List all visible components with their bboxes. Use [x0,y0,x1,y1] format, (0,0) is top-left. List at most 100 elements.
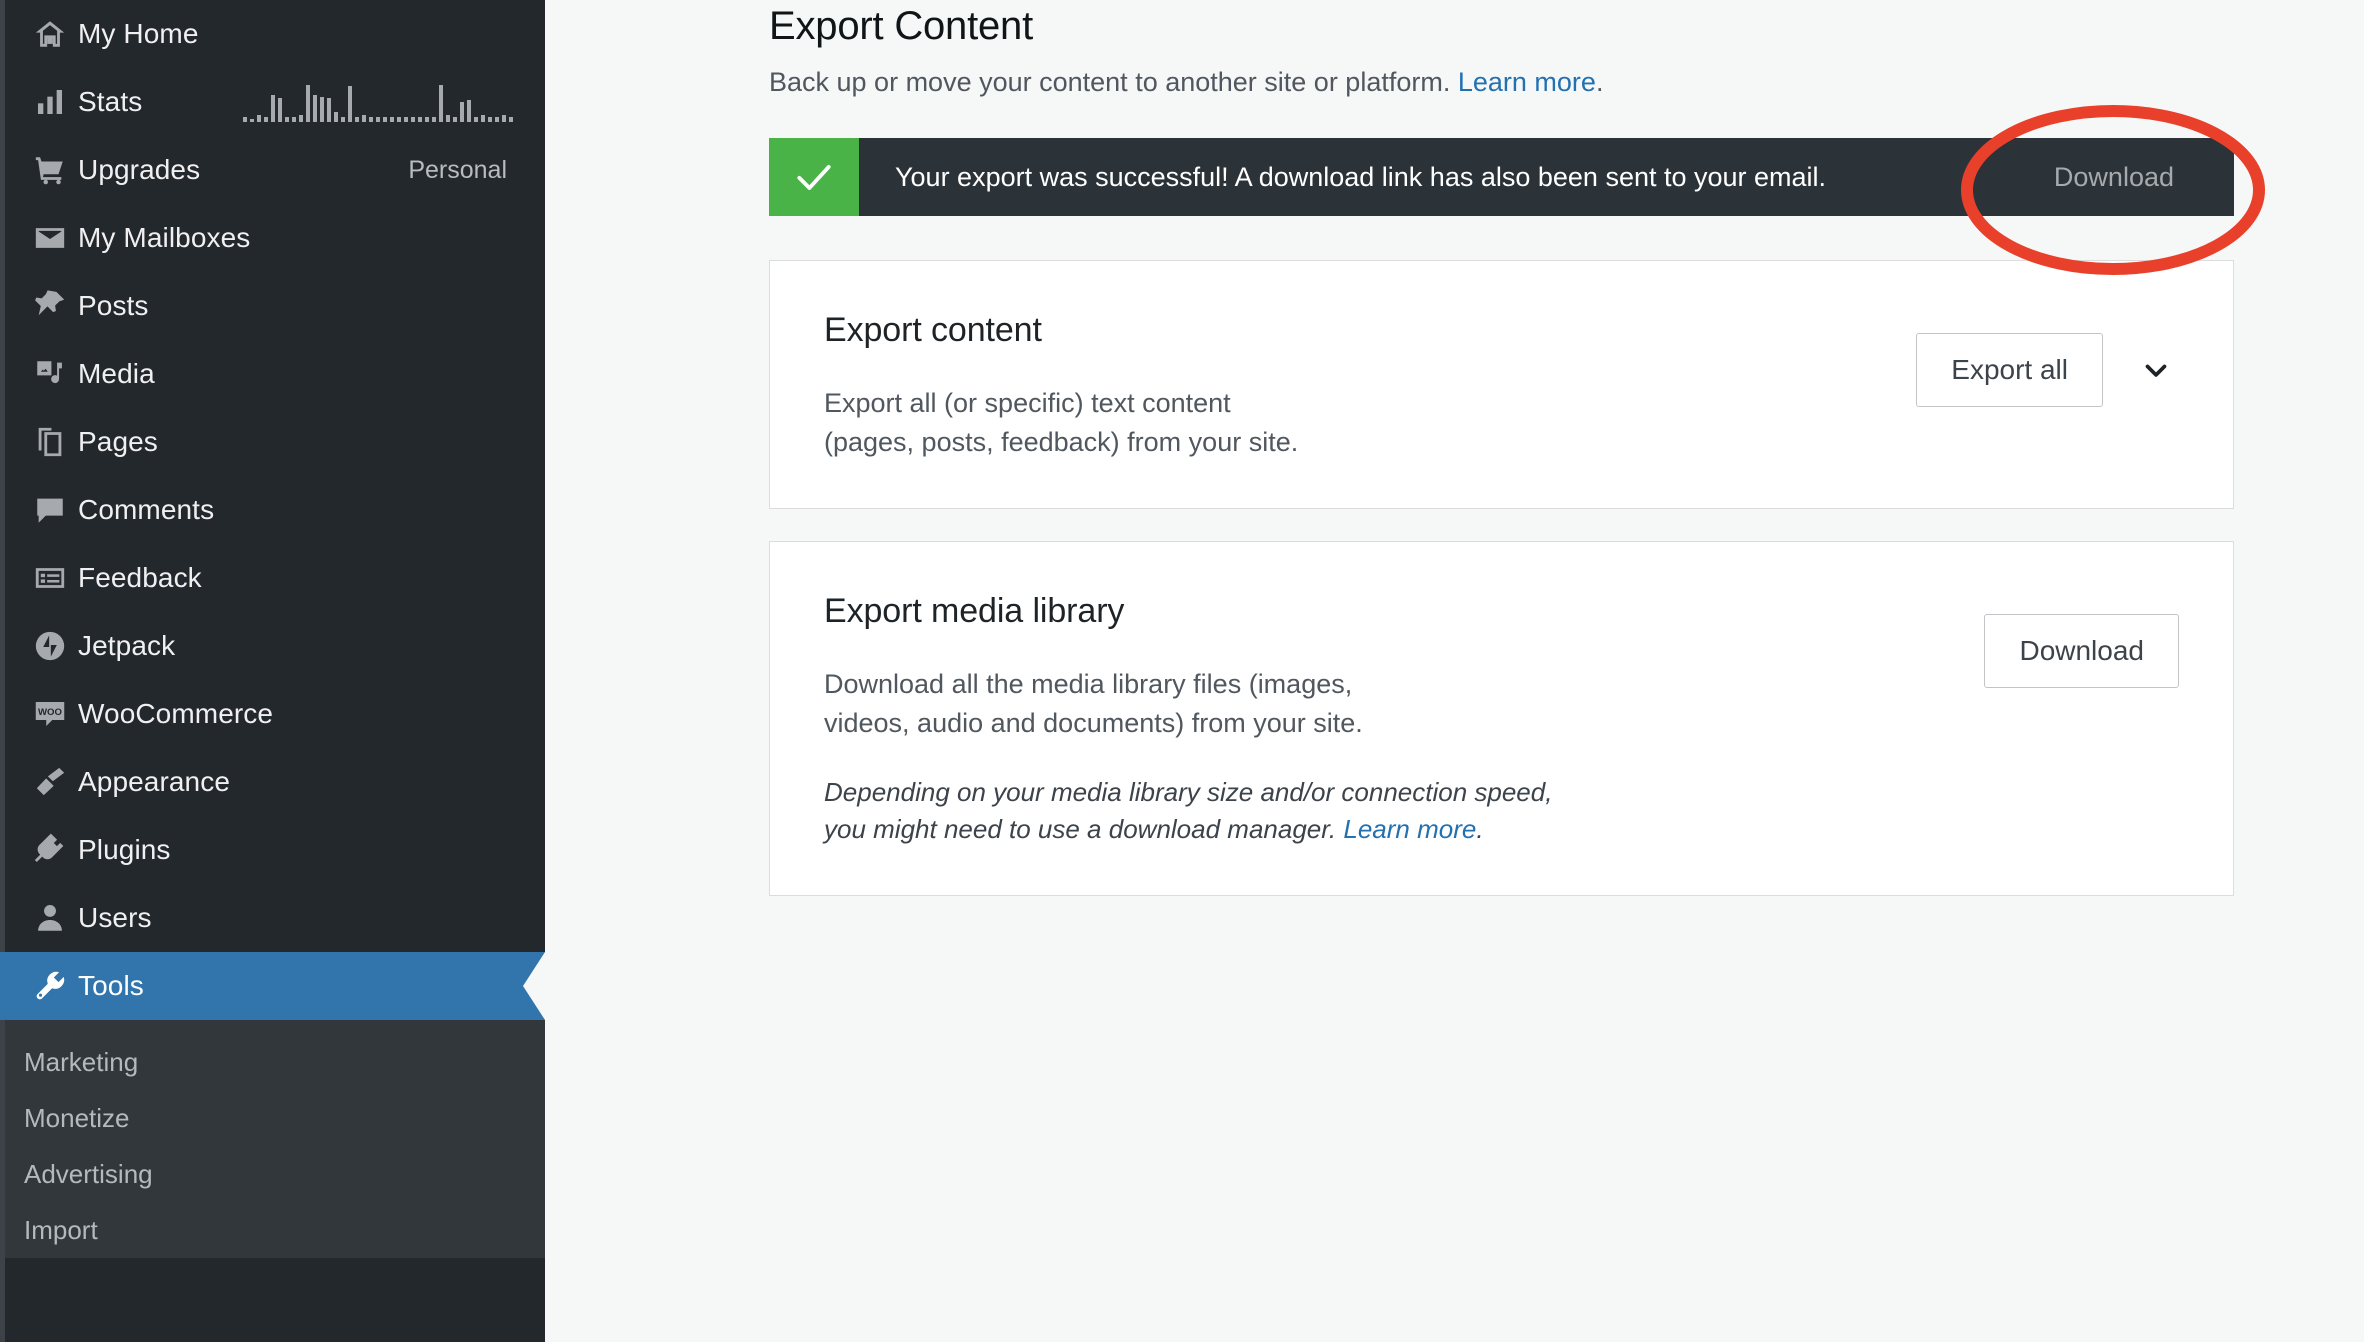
sparkline-bar [341,116,345,122]
sidebar-item-label: Media [78,358,155,389]
export-media-card-actions: Download [1984,588,2179,689]
export-content-description-line1: Export all (or specific) text content [824,388,1231,418]
sparkline-bar [299,115,303,122]
sparkline-bar [250,118,254,122]
sidebar-subitem-marketing[interactable]: Marketing [0,1034,545,1090]
sidebar-item-label: Upgrades [78,154,201,185]
sparkline-bar [369,116,373,122]
sidebar-item-label: Comments [78,494,215,525]
learn-more-link-media[interactable]: Learn more [1343,814,1476,844]
chevron-down-icon[interactable] [2133,347,2179,393]
export-content-description: Export all (or specific) text content (p… [824,384,1724,462]
sidebar-item-label: Jetpack [78,630,176,661]
page-subtitle-period: . [1595,67,1604,97]
stats-icon [22,86,78,118]
sidebar-item-comments[interactable]: Comments [0,476,545,544]
sparkline-bar [243,116,247,122]
sparkline-bar [390,116,394,122]
export-success-notice: Your export was successful! A download l… [769,138,2234,216]
sidebar-item-stats[interactable]: Stats [0,68,545,136]
sparkline-bar [348,86,352,122]
sidebar-item-upgrades[interactable]: Upgrades Personal [0,136,545,204]
notice-download-link[interactable]: Download [2014,138,2234,216]
sidebar-item-plugins[interactable]: Plugins [0,816,545,884]
sparkline-bar [467,99,471,122]
export-media-note: Depending on your media library size and… [824,774,1784,849]
export-media-note-period: . [1476,814,1484,845]
export-content-title: Export content [824,311,1042,349]
export-content-card-body: Export content Export all (or specific) … [824,307,1916,462]
home-icon [22,17,78,51]
sparkline-bar [313,94,317,122]
sparkline-bar [460,101,464,122]
sidebar-item-label: Appearance [78,766,231,797]
sidebar-item-feedback[interactable]: Feedback [0,544,545,612]
upgrades-plan-badge: Personal [408,155,507,184]
sidebar-subitem-advertising[interactable]: Advertising [0,1146,545,1202]
sidebar-item-tools[interactable]: Tools [0,952,545,1020]
sidebar-item-pages[interactable]: Pages [0,408,545,476]
sidebar-item-media[interactable]: Media [0,340,545,408]
sidebar-item-label: WooCommerce [78,698,274,729]
sidebar-item-label: My Home [78,18,199,49]
sparkline-bar [425,116,429,122]
sparkline-bar [355,116,359,122]
feedback-icon [22,561,78,595]
export-media-library-card: Export media library Download all the me… [769,541,2234,896]
sidebar-item-my-mailboxes[interactable]: My Mailboxes [0,204,545,272]
sparkline-bar [453,116,457,122]
sidebar-item-label: Posts [78,290,149,321]
brush-icon [22,765,78,799]
export-all-button[interactable]: Export all [1916,333,2103,407]
sidebar-item-my-home[interactable]: My Home [0,0,545,68]
export-media-note-line2: you might need to use a download manager… [824,814,1337,845]
export-media-title: Export media library [824,592,1125,631]
screen-root: My Home Stats Upgrades Personal My Mailb… [0,0,2364,1342]
download-media-button[interactable]: Download [1984,614,2179,689]
pin-icon [22,289,78,323]
export-media-note-line1: Depending on your media library size and… [824,776,1553,807]
sidebar-submenu-tools: Marketing Monetize Advertising Import [0,1020,545,1258]
wrench-icon [22,969,78,1003]
export-content-card: Export content Export all (or specific) … [769,260,2234,510]
user-icon [22,901,78,935]
plug-icon [22,833,78,867]
sparkline-bar [502,115,506,122]
sparkline-bar [481,115,485,122]
sidebar-subitem-label: Advertising [24,1158,153,1189]
cart-icon [22,153,78,187]
notice-message: Your export was successful! A download l… [895,161,1827,192]
sparkline-bar [383,116,387,122]
stats-sparkline [243,82,513,122]
sparkline-bar [264,116,268,122]
sparkline-bar [439,84,443,122]
page-subtitle: Back up or move your content to another … [769,67,2364,98]
woocommerce-icon: WOO [22,696,78,732]
mail-icon [22,221,78,255]
sparkline-bar [404,116,408,122]
media-icon [22,357,78,391]
sparkline-bar [411,116,415,122]
export-media-description: Download all the media library files (im… [824,665,1724,743]
learn-more-link-header[interactable]: Learn more [1458,67,1596,97]
sparkline-bar [397,116,401,122]
sidebar-item-woocommerce[interactable]: WOO WooCommerce [0,680,545,748]
checkmark-icon [769,138,859,216]
export-media-description-line2: videos, audio and documents) from your s… [824,708,1363,739]
sidebar-subitem-label: Import [24,1214,98,1245]
sidebar-item-label: Pages [78,426,158,457]
sparkline-bar [292,116,296,122]
sparkline-bar [334,111,338,122]
sidebar-item-label: Stats [78,86,143,117]
sidebar-item-label: Feedback [78,562,202,593]
export-media-card-body: Export media library Download all the me… [824,588,1984,849]
sparkline-bar [474,116,478,122]
sparkline-bar [362,115,366,122]
sidebar-subitem-import[interactable]: Import [0,1202,545,1258]
sparkline-bar [446,115,450,122]
sidebar-item-appearance[interactable]: Appearance [0,748,545,816]
sidebar-subitem-monetize[interactable]: Monetize [0,1090,545,1146]
sidebar-item-posts[interactable]: Posts [0,272,545,340]
sidebar-item-users[interactable]: Users [0,884,545,952]
sidebar-item-jetpack[interactable]: Jetpack [0,612,545,680]
